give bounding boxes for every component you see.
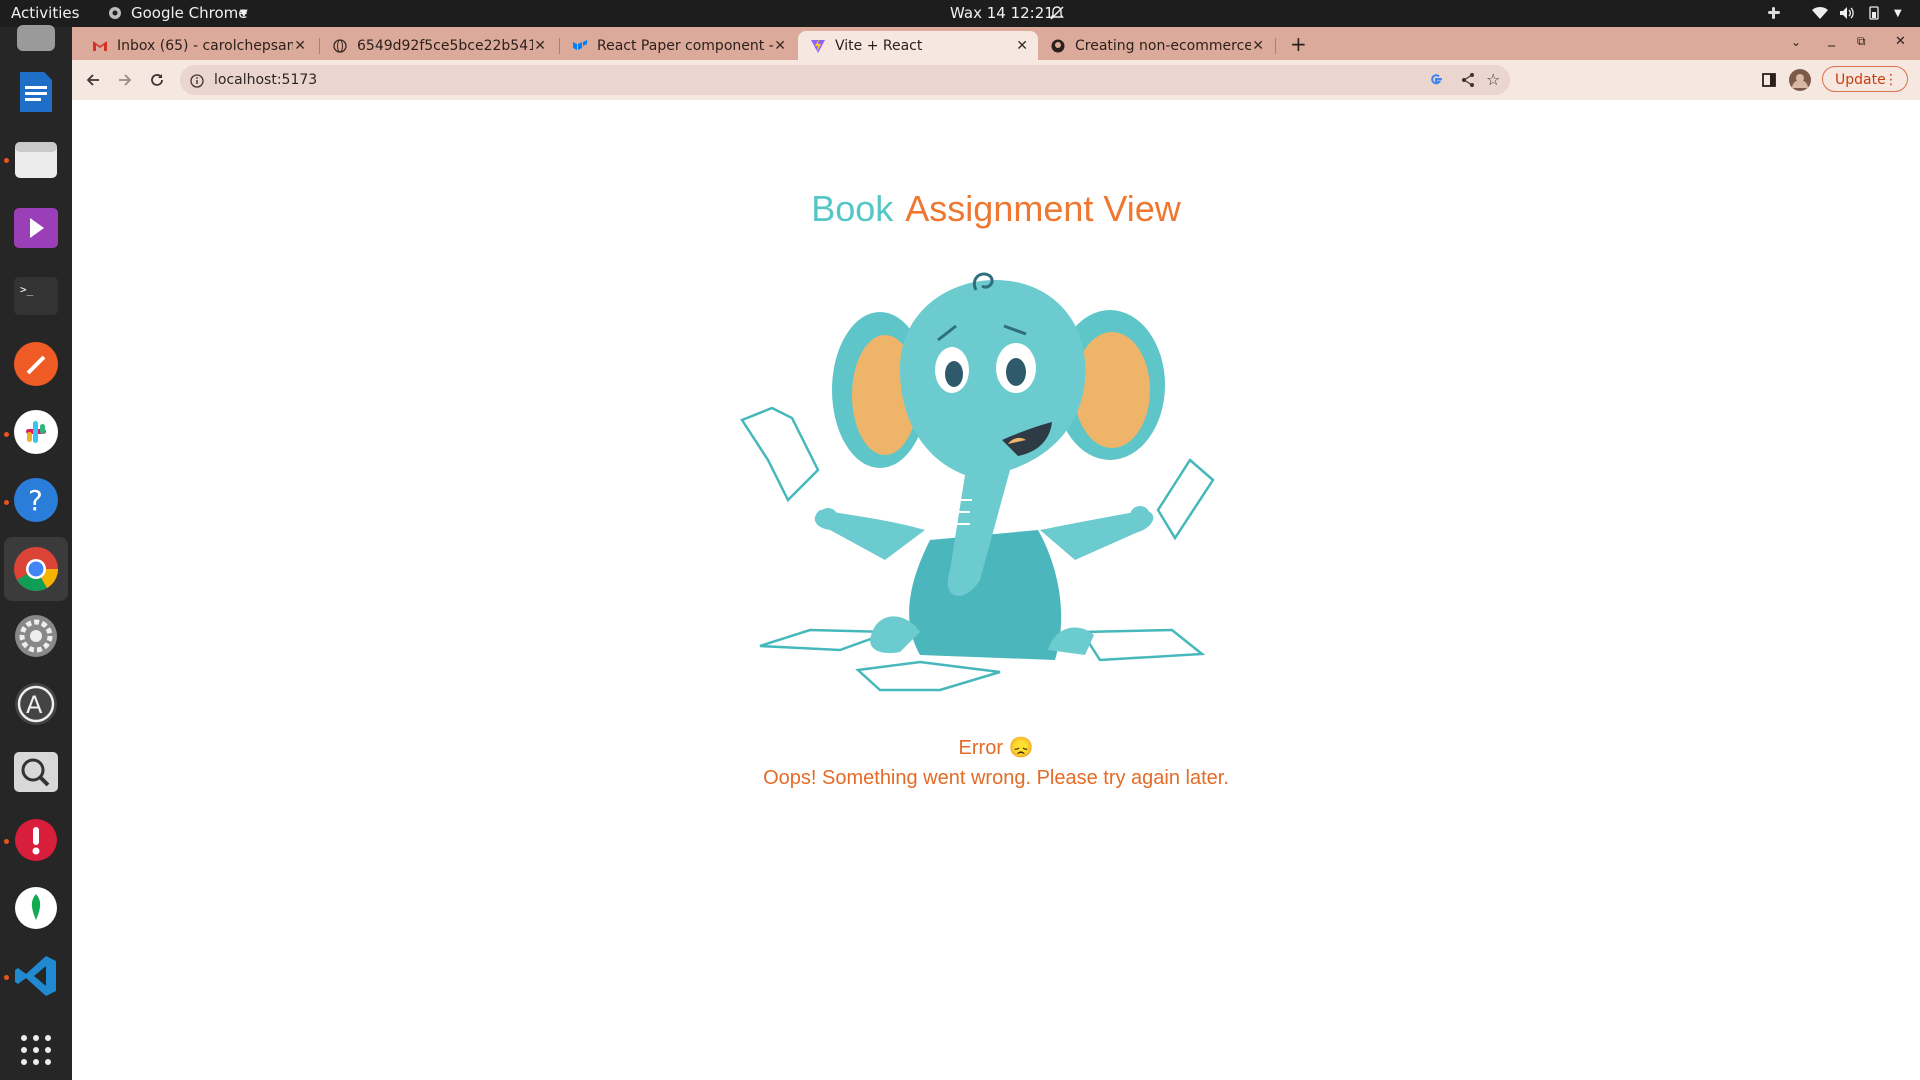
side-panel-icon[interactable] [1762,72,1776,91]
wifi-icon[interactable] [1812,0,1828,27]
svg-text:?: ? [28,484,43,517]
new-tab-icon[interactable]: + [1290,32,1307,56]
toolbar: localhost:5173 ☆ Update ⋮ [72,60,1920,101]
update-button[interactable]: Update ⋮ [1822,66,1908,92]
tab-react-paper[interactable]: React Paper component - ✕ [560,31,796,60]
show-apps-icon[interactable] [13,1027,59,1073]
restore-icon[interactable]: ⧉ [1857,34,1866,49]
page-content: Book Assignment View Error 😞 Oops! Somet… [72,100,1920,1080]
tab-vite-react[interactable]: Vite + React ✕ [798,31,1038,60]
video-player-icon[interactable] [13,205,59,251]
slack-icon[interactable] [13,409,59,455]
tab-github[interactable]: Creating non-ecommerce ✕ [1038,31,1274,60]
minimize-icon[interactable]: _ [1828,31,1835,47]
settings-icon[interactable] [13,613,59,659]
reload-icon[interactable] [146,69,168,91]
tab-title: Inbox (65) - carolchepsam [117,37,293,54]
system-top-bar: Activities Google Chrome ▼ Wax 14 12:21 … [0,0,1920,27]
clock[interactable]: Wax 14 12:21 [950,0,1054,27]
svg-text:A: A [26,691,43,719]
app-menu-label[interactable]: Google Chrome [131,0,248,27]
software-updater-icon[interactable]: A [13,681,59,727]
running-indicator [4,432,9,437]
tab-title: Creating non-ecommerce [1075,37,1251,54]
tab-strip: Inbox (65) - carolchepsam ✕ 6549d92f5ce5… [72,27,1920,60]
running-indicator [4,158,9,163]
bookmark-star-icon[interactable]: ☆ [1486,70,1500,89]
forward-icon[interactable] [114,69,136,91]
close-tab-icon[interactable]: ✕ [1252,38,1264,54]
running-indicator [4,975,9,980]
gmail-icon [92,38,108,54]
terminal-icon[interactable]: >_ [13,273,59,319]
system-menu-chevron-icon[interactable]: ▼ [1894,0,1902,27]
vscode-icon[interactable] [13,953,59,999]
title-book: Book [811,188,894,229]
page-title: Book Assignment View [72,188,1920,230]
address-bar[interactable]: localhost:5173 ☆ [180,65,1510,95]
volume-icon[interactable] [1839,0,1855,27]
libreoffice-writer-icon[interactable] [13,69,59,115]
share-icon[interactable] [1460,72,1476,92]
confused-elephant-illustration [740,272,1215,692]
close-tab-icon[interactable]: ✕ [294,38,306,54]
error-reporter-icon[interactable] [13,817,59,863]
app-menu-chevron-icon[interactable]: ▼ [240,0,248,27]
close-window-icon[interactable]: ✕ [1895,34,1906,49]
close-tab-icon[interactable]: ✕ [534,38,546,54]
tab-gmail[interactable]: Inbox (65) - carolchepsam ✕ [80,31,316,60]
globe-icon [332,38,348,54]
tab-object-id[interactable]: 6549d92f5ce5bce22b5418 ✕ [320,31,556,60]
postman-icon[interactable] [13,341,59,387]
svg-text:>_: >_ [20,283,34,296]
slack-tray-icon[interactable] [1767,0,1781,27]
dock: >_ ? A [0,25,72,1080]
more-vert-icon: ⋮ [1884,72,1898,88]
error-label: Error 😞 [958,737,1034,759]
running-indicator [4,839,9,844]
running-indicator [4,500,9,505]
vite-icon [810,38,826,54]
chrome-icon[interactable] [4,537,68,601]
chrome-app-indicator-icon [108,0,122,27]
image-viewer-icon[interactable] [13,749,59,795]
site-info-icon[interactable] [190,73,204,92]
mongodb-compass-icon[interactable] [13,885,59,931]
github-icon [1050,38,1066,54]
tab-title: React Paper component - [597,37,773,54]
tab-title: 6549d92f5ce5bce22b5418 [357,37,533,54]
help-icon[interactable]: ? [13,477,59,523]
tab-separator [1275,38,1276,54]
tab-title: Vite + React [835,37,923,54]
close-tab-icon[interactable]: ✕ [774,38,786,54]
mui-icon [572,38,588,54]
error-message: Oops! Something went wrong. Please try a… [763,767,1229,789]
files-icon[interactable] [13,137,59,183]
back-icon[interactable] [82,69,104,91]
close-tab-icon[interactable]: ✕ [1016,38,1028,54]
update-label: Update [1835,72,1886,88]
browser-chrome: Inbox (65) - carolchepsam ✕ 6549d92f5ce5… [72,27,1920,101]
title-assignment-view: Assignment View [905,188,1181,229]
tab-search-chevron-icon[interactable]: ⌄ [1791,35,1801,49]
notifications-muted-icon [1049,0,1065,27]
google-lens-icon[interactable] [1428,72,1444,92]
app-icon[interactable] [13,17,59,63]
url-text[interactable]: localhost:5173 [214,65,317,95]
profile-avatar[interactable] [1789,69,1811,95]
battery-icon[interactable] [1866,0,1882,27]
